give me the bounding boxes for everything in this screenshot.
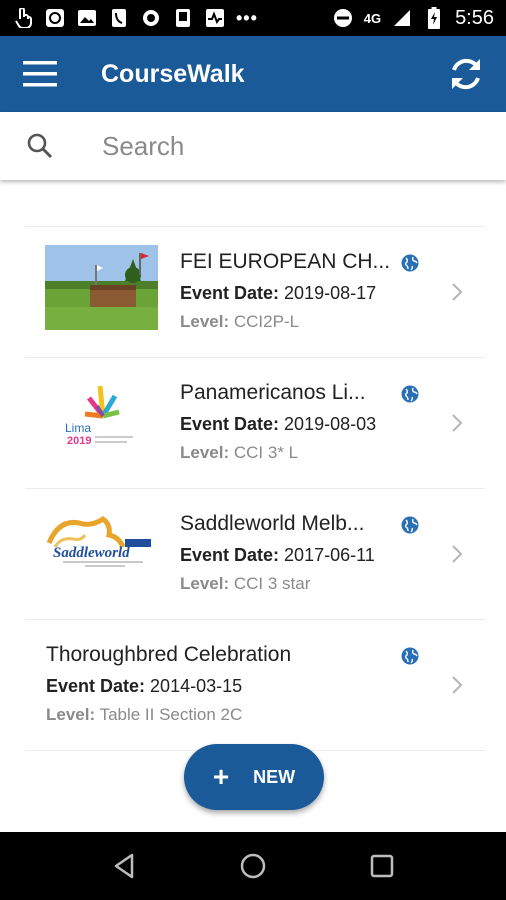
event-date: 2019-08-03 [284, 414, 377, 434]
chevron-right-icon[interactable] [450, 674, 464, 696]
event-info: Saddleworld Melb... Event Date: 2017-06-… [180, 511, 395, 595]
event-level: Table II Section 2C [99, 705, 243, 724]
event-level-label: Level: [180, 574, 230, 593]
event-date: 2019-08-17 [284, 283, 377, 303]
event-level-row: Level: CCI2P-L [180, 311, 395, 333]
new-button-label: NEW [253, 766, 296, 787]
event-date-row: Event Date: 2019-08-03 [180, 412, 395, 436]
phone-icon [108, 7, 130, 29]
event-level-row: Level: Table II Section 2C [46, 704, 406, 726]
event-name: Panamericanos Li... [180, 381, 366, 404]
circle-icon [140, 7, 162, 29]
activity-icon [204, 7, 226, 29]
battery-charging-icon [423, 7, 445, 29]
navigation-bar [0, 832, 506, 900]
event-level: CCI 3* L [233, 443, 299, 462]
event-level: CCI2P-L [233, 312, 300, 331]
network-type: 4G [363, 10, 382, 26]
clock: 5:56 [455, 6, 494, 29]
event-info: FEI EUROPEAN CH... Event Date: 2019-08-1… [180, 249, 395, 333]
chevron-right-icon[interactable] [450, 543, 464, 565]
status-bar: ••• 4G 5:56 [0, 0, 506, 36]
event-thumbnail: Saddleworld [45, 507, 158, 592]
event-date-label: Event Date: [180, 414, 280, 434]
globe-icon [401, 647, 419, 665]
list-item[interactable]: Thoroughbred Celebration Event Date: 201… [25, 620, 485, 751]
event-name: Thoroughbred Celebration [46, 643, 292, 666]
event-list: FEI EUROPEAN CH... Event Date: 2019-08-1… [25, 226, 485, 751]
new-event-button[interactable]: + NEW [184, 744, 324, 810]
chevron-right-icon[interactable] [450, 412, 464, 434]
recents-button[interactable] [362, 846, 402, 886]
dnd-icon [332, 7, 354, 29]
app-title: CourseWalk [101, 59, 245, 88]
event-level-row: Level: CCI 3* L [180, 442, 395, 464]
logo-year: 2019 [67, 435, 91, 447]
refresh-button[interactable] [426, 36, 506, 112]
device-icon [172, 7, 194, 29]
event-date: 2017-06-11 [284, 545, 375, 565]
chevron-right-icon[interactable] [450, 281, 464, 303]
event-info: Thoroughbred Celebration Event Date: 201… [46, 642, 406, 726]
status-right-icons: 4G 5:56 [332, 7, 494, 30]
whatsapp-icon [44, 7, 66, 29]
hamburger-menu-icon [23, 61, 57, 87]
search-input[interactable] [102, 130, 472, 162]
event-level: CCI 3 star [233, 574, 311, 593]
globe-icon [401, 516, 419, 534]
event-info: Panamericanos Li... Event Date: 2019-08-… [180, 380, 395, 464]
back-triangle-icon [115, 853, 134, 879]
list-item[interactable]: Lima 2019 Panamericanos Li... Event Date… [25, 358, 485, 489]
more-notifications: ••• [236, 7, 258, 28]
event-date-label: Event Date: [180, 545, 280, 565]
event-name: FEI EUROPEAN CH... [180, 250, 391, 273]
status-left-icons: ••• [12, 7, 258, 29]
event-date-label: Event Date: [180, 283, 280, 303]
event-date-row: Event Date: 2014-03-15 [46, 674, 406, 698]
logo-text: Lima [65, 421, 91, 435]
plus-icon: + [212, 761, 230, 792]
image-icon [76, 7, 98, 29]
touch-icon [12, 7, 34, 29]
event-level-row: Level: CCI 3 star [180, 573, 395, 595]
event-thumbnail: Lima 2019 [45, 376, 158, 461]
event-level-label: Level: [180, 443, 230, 462]
app-bar: CourseWalk [0, 36, 506, 112]
event-level-label: Level: [180, 312, 230, 331]
event-level-label: Level: [46, 705, 96, 724]
menu-button[interactable] [0, 36, 80, 112]
globe-icon [401, 385, 419, 403]
event-date: 2014-03-15 [150, 676, 243, 696]
refresh-icon [452, 58, 480, 90]
event-date-label: Event Date: [46, 676, 146, 696]
search-bar [0, 112, 506, 180]
signal-icon [391, 7, 413, 29]
event-thumbnail [45, 245, 158, 330]
list-item[interactable]: Saddleworld Saddleworld Melb... Event Da… [25, 489, 485, 620]
home-button[interactable] [233, 846, 273, 886]
event-name: Saddleworld Melb... [180, 512, 365, 535]
back-button[interactable] [104, 846, 144, 886]
list-item[interactable]: FEI EUROPEAN CH... Event Date: 2019-08-1… [25, 227, 485, 358]
globe-icon [401, 254, 419, 272]
home-circle-icon [240, 853, 266, 879]
event-date-row: Event Date: 2019-08-17 [180, 281, 395, 305]
recents-square-icon [370, 854, 393, 878]
logo-text: Saddleworld [53, 545, 130, 561]
event-date-row: Event Date: 2017-06-11 [180, 543, 395, 567]
search-icon[interactable] [0, 112, 80, 180]
